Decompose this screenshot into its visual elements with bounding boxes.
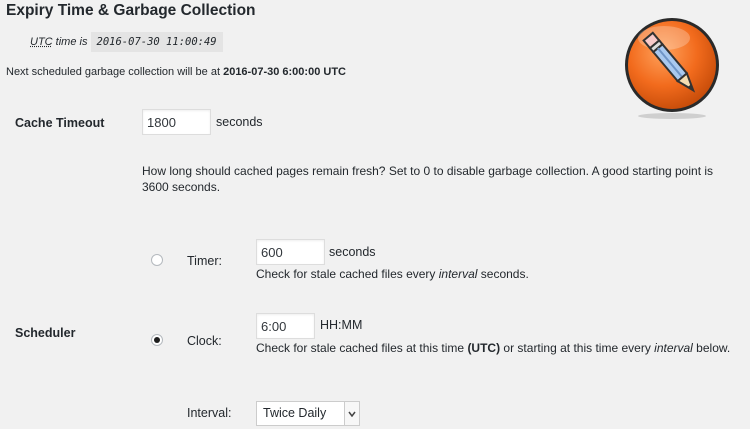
chevron-down-icon[interactable] (344, 402, 359, 425)
utc-time-line: UTC time is 2016-07-30 11:00:49 (30, 32, 223, 52)
clock-unit: HH:MM (320, 318, 363, 332)
clock-radio[interactable] (151, 334, 163, 346)
timer-radio[interactable] (151, 254, 163, 266)
clock-label: Clock: (187, 334, 222, 348)
timer-desc-text: Check for stale cached files every (256, 267, 439, 281)
clock-desc-bold: (UTC) (467, 341, 501, 355)
interval-label: Interval: (187, 406, 232, 420)
cache-timeout-label: Cache Timeout (15, 116, 105, 130)
next-gc-label: Next scheduled garbage collection will b… (6, 66, 224, 78)
timer-interval-input[interactable] (256, 239, 325, 265)
clock-desc-mid: or starting at this time every (500, 341, 655, 355)
utc-abbr: UTC (30, 36, 53, 48)
timer-description: Check for stale cached files every inter… (256, 266, 529, 282)
section-title: Expiry Time & Garbage Collection (6, 2, 256, 19)
timer-desc-emphasis: interval (438, 267, 478, 281)
clock-description: Check for stale cached files at this tim… (256, 340, 746, 356)
next-gc-time: 2016-07-30 6:00:00 UTC (223, 66, 346, 78)
utc-label: time is (52, 36, 91, 48)
clock-desc-text: Check for stale cached files at this tim… (256, 341, 468, 355)
clock-time-input[interactable] (256, 313, 315, 339)
timer-desc-suffix: seconds. (477, 267, 529, 281)
scheduler-label: Scheduler (15, 326, 76, 340)
interval-selected-value: Twice Daily (263, 406, 327, 420)
cache-timeout-input[interactable] (142, 109, 211, 135)
clock-desc-emphasis: interval (654, 341, 693, 355)
utc-time-value: 2016-07-30 11:00:49 (90, 32, 223, 52)
pencil-icon (625, 18, 719, 119)
timer-unit: seconds (329, 245, 376, 259)
next-gc-line: Next scheduled garbage collection will b… (6, 66, 346, 78)
plugin-logo (622, 10, 722, 120)
clock-desc-suffix: below. (692, 341, 731, 355)
cache-timeout-unit: seconds (216, 115, 263, 129)
cache-timeout-description: How long should cached pages remain fres… (142, 164, 714, 194)
timer-label: Timer: (187, 254, 222, 268)
interval-select[interactable]: Twice Daily (256, 401, 360, 426)
